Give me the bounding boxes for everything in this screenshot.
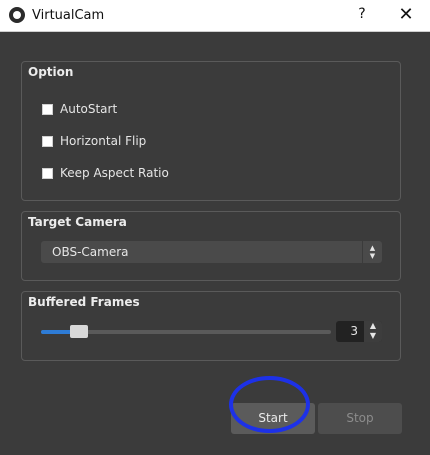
help-button[interactable]: ? <box>350 6 374 26</box>
start-button[interactable]: Start <box>231 403 315 434</box>
target-camera-title: Target Camera <box>28 215 127 229</box>
horizontal-flip-label: Horizontal Flip <box>60 134 147 148</box>
slider-handle[interactable] <box>69 325 88 338</box>
window-title: VirtualCam <box>32 8 105 23</box>
keep-aspect-ratio-checkbox[interactable] <box>42 167 53 179</box>
title-bar: VirtualCam ? ✕ <box>0 0 430 32</box>
autostart-label: AutoStart <box>60 102 118 116</box>
close-button[interactable]: ✕ <box>392 4 420 28</box>
target-camera-select[interactable]: OBS-Camera ▲ ▼ <box>41 241 382 263</box>
horizontal-flip-checkbox-row[interactable]: Horizontal Flip <box>42 132 146 150</box>
buffered-frames-title: Buffered Frames <box>28 295 140 309</box>
buffered-frames-slider[interactable] <box>41 325 331 338</box>
buffered-frames-spinbox[interactable]: 3 ▲ ▼ <box>336 321 382 342</box>
chevron-up-icon[interactable]: ▲ <box>364 321 382 331</box>
target-camera-group: Target Camera OBS-Camera ▲ ▼ <box>21 211 401 281</box>
target-camera-value: OBS-Camera <box>52 245 129 259</box>
chevron-down-icon[interactable]: ▼ <box>364 331 382 341</box>
spin-buttons: ▲ ▼ <box>364 321 382 342</box>
buffered-frames-group: Buffered Frames 3 ▲ ▼ <box>21 291 401 361</box>
buffered-frames-value: 3 <box>350 324 358 338</box>
up-down-chevron-icon: ▲ ▼ <box>362 241 382 263</box>
option-group: Option AutoStart Horizontal Flip Keep As… <box>21 61 401 201</box>
keep-aspect-ratio-checkbox-row[interactable]: Keep Aspect Ratio <box>42 164 169 182</box>
keep-aspect-ratio-label: Keep Aspect Ratio <box>60 166 169 180</box>
autostart-checkbox-row[interactable]: AutoStart <box>42 100 117 118</box>
horizontal-flip-checkbox[interactable] <box>42 135 53 147</box>
autostart-checkbox[interactable] <box>42 103 53 115</box>
obs-logo-icon <box>9 7 25 23</box>
stop-button: Stop <box>318 403 402 434</box>
option-group-title: Option <box>28 65 74 79</box>
